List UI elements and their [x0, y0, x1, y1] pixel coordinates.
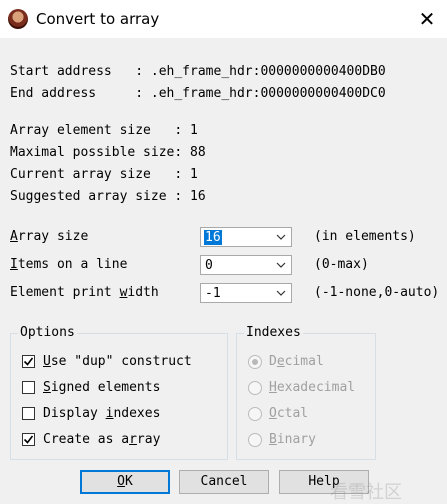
checkmark-icon: [23, 357, 34, 366]
chevron-down-icon: [276, 290, 286, 296]
items-on-line-hint: (0-max): [314, 257, 369, 272]
app-icon: [8, 9, 28, 29]
hexadecimal-radio[interactable]: [248, 381, 262, 395]
indexes-group-title: Indexes: [244, 325, 303, 340]
array-size-value: 16: [204, 230, 222, 245]
cancel-button[interactable]: Cancel: [179, 470, 269, 494]
signed-elements-checkbox[interactable]: [22, 381, 35, 394]
element-size-text: Array element size : 1: [10, 123, 198, 138]
display-indexes-checkbox[interactable]: [22, 407, 35, 420]
octal-radio[interactable]: [248, 407, 262, 421]
close-button[interactable]: ✕: [410, 2, 444, 36]
items-on-line-value: 0: [205, 258, 213, 273]
hexadecimal-label[interactable]: Hexadecimal: [269, 380, 355, 395]
options-group-title: Options: [18, 325, 77, 340]
print-width-value: -1: [205, 286, 221, 301]
use-dup-label[interactable]: Use "dup" construct: [43, 354, 192, 369]
display-indexes-label[interactable]: Display indexes: [43, 406, 160, 421]
items-on-line-combo[interactable]: 0: [200, 255, 292, 275]
ok-button[interactable]: OK: [80, 470, 170, 494]
signed-elements-label[interactable]: Signed elements: [43, 380, 160, 395]
current-size-text: Current array size : 1: [10, 167, 198, 182]
octal-label[interactable]: Octal: [269, 406, 308, 421]
array-size-combo[interactable]: 16: [200, 227, 292, 247]
start-address-text: Start address : .eh_frame_hdr:0000000000…: [10, 64, 386, 79]
array-size-hint: (in elements): [314, 229, 416, 244]
watermark-text: 看雪社区: [330, 482, 402, 503]
create-as-array-checkbox[interactable]: [22, 433, 35, 446]
binary-label[interactable]: Binary: [269, 432, 316, 447]
suggested-size-text: Suggested array size : 16: [10, 189, 206, 204]
print-width-hint: (-1-none,0-auto): [314, 285, 440, 300]
print-width-combo[interactable]: -1: [200, 283, 292, 303]
chevron-down-icon: [276, 234, 286, 240]
use-dup-checkbox[interactable]: [22, 355, 35, 368]
checkmark-icon: [23, 435, 34, 444]
items-on-line-label: Items on a line: [10, 257, 128, 272]
array-size-label: Array size: [10, 229, 89, 244]
window-title: Convert to array: [36, 10, 160, 28]
decimal-radio[interactable]: [248, 355, 262, 369]
title-bar: Convert to array ✕: [0, 0, 447, 38]
maximal-size-text: Maximal possible size: 88: [10, 145, 206, 160]
chevron-down-icon: [276, 262, 286, 268]
end-address-text: End address : .eh_frame_hdr:000000000040…: [10, 86, 386, 101]
print-width-label: Element print width: [10, 285, 159, 300]
decimal-label[interactable]: Decimal: [269, 354, 324, 369]
create-as-array-label[interactable]: Create as array: [43, 432, 160, 447]
binary-radio[interactable]: [248, 433, 262, 447]
